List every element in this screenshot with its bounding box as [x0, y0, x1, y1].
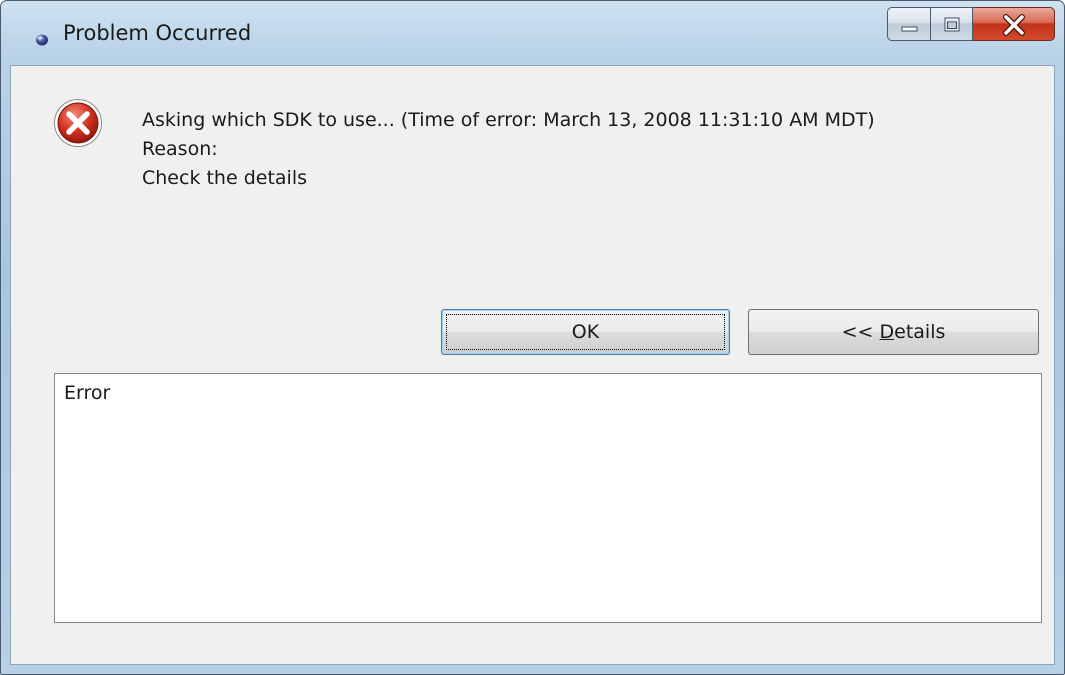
minimize-button[interactable]: [887, 7, 931, 41]
details-button-rest: etails: [894, 321, 946, 343]
details-text: Error: [64, 382, 111, 404]
caption-buttons: [887, 7, 1055, 41]
reason-label: Reason:: [142, 138, 218, 160]
dialog-window: Problem Occurred Asking which SDK to use…: [0, 0, 1065, 675]
error-icon: [53, 98, 103, 148]
title-bar[interactable]: Problem Occurred: [1, 1, 1064, 65]
focus-rectangle: [446, 314, 725, 350]
maximize-button[interactable]: [931, 7, 973, 41]
reason-text: Check the details: [142, 167, 308, 189]
close-icon: [1003, 14, 1025, 36]
close-button[interactable]: [973, 7, 1055, 41]
details-button-mnemonic: D: [879, 321, 895, 343]
error-summary: Asking which SDK to use... (Time of erro…: [142, 109, 875, 131]
details-text-area[interactable]: Error: [54, 373, 1042, 623]
minimize-icon: [901, 26, 918, 32]
error-message: Asking which SDK to use... (Time of erro…: [142, 106, 875, 193]
app-icon: [34, 31, 50, 47]
ok-button[interactable]: OK: [441, 309, 730, 355]
dialog-client-area: Asking which SDK to use... (Time of erro…: [10, 65, 1055, 665]
maximize-icon: [944, 17, 960, 32]
details-button-prefix: <<: [841, 321, 880, 343]
window-title: Problem Occurred: [63, 21, 252, 45]
details-button[interactable]: << Details: [748, 309, 1039, 355]
